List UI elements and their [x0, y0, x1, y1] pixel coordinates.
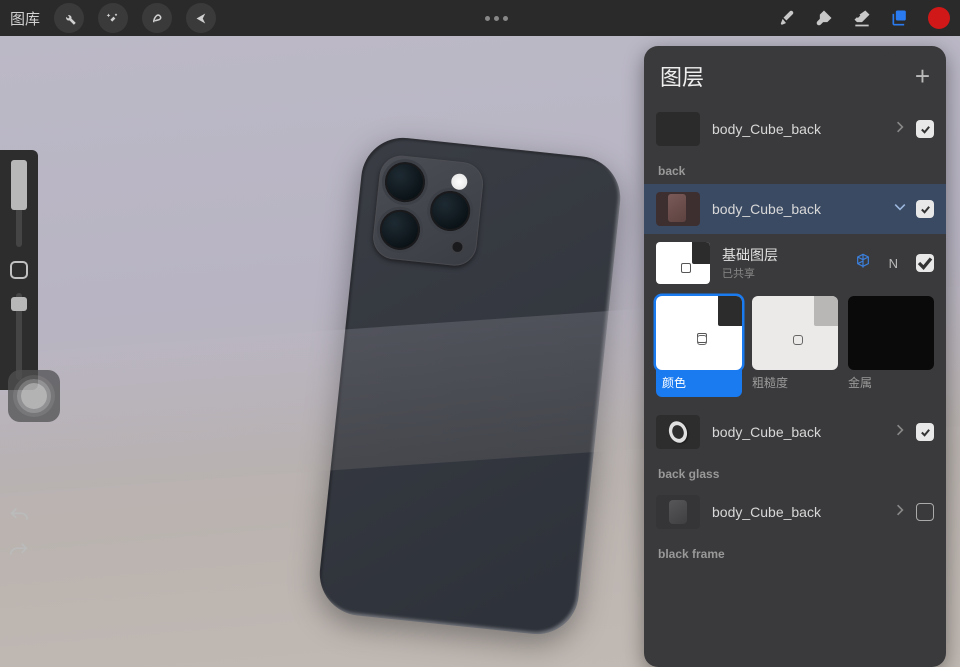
visibility-checkbox[interactable]: [916, 120, 934, 138]
section-header: back glass: [644, 457, 946, 487]
base-thumb: [656, 242, 710, 284]
section-header: back: [644, 154, 946, 184]
opacity-slider[interactable]: [16, 293, 22, 380]
chevron-down-icon[interactable]: [896, 200, 904, 219]
material-color[interactable]: 颜色: [656, 296, 742, 397]
base-subtitle: 已共享: [722, 265, 843, 281]
chevron-right-icon[interactable]: [896, 503, 904, 522]
material-thumb: [752, 296, 838, 370]
cube-icon[interactable]: [855, 253, 871, 274]
layers-icon[interactable]: [890, 8, 910, 28]
add-layer-button[interactable]: +: [915, 68, 930, 84]
layer-row[interactable]: body_Cube_back: [644, 104, 946, 154]
assistive-touch[interactable]: [8, 370, 60, 422]
shape-icon[interactable]: [142, 3, 172, 33]
layer-label: body_Cube_back: [712, 121, 884, 137]
visibility-checkbox[interactable]: [916, 503, 934, 521]
brush-icon[interactable]: [776, 8, 796, 28]
smudge-icon[interactable]: [814, 8, 834, 28]
material-label: 金属: [848, 374, 934, 391]
layer-label: body_Cube_back: [712, 504, 884, 520]
top-toolbar: 图库: [0, 0, 960, 36]
color-picker[interactable]: [928, 7, 950, 29]
arrow-icon[interactable]: [186, 3, 216, 33]
eraser-icon[interactable]: [852, 8, 872, 28]
layer-row[interactable]: body_Cube_back: [644, 407, 946, 457]
undo-button[interactable]: [8, 505, 30, 532]
chevron-right-icon[interactable]: [896, 120, 904, 139]
redo-button[interactable]: [8, 540, 30, 567]
model-phone[interactable]: [316, 134, 625, 639]
layers-panel: 图层 + body_Cube_back back body_Cube_back …: [644, 46, 946, 667]
layer-row-selected[interactable]: body_Cube_back: [644, 184, 946, 234]
layer-label: body_Cube_back: [712, 424, 884, 440]
material-roughness[interactable]: 粗糙度: [752, 296, 838, 397]
gallery-button[interactable]: 图库: [10, 8, 40, 29]
material-label: 粗糙度: [752, 374, 838, 391]
material-thumb: [656, 296, 742, 370]
base-title: 基础图层: [722, 245, 843, 265]
brush-size-slider[interactable]: [16, 160, 22, 247]
section-header: black frame: [644, 537, 946, 567]
visibility-checkbox[interactable]: [916, 254, 934, 272]
material-thumb: [848, 296, 934, 370]
material-grid: 颜色 粗糙度 金属: [644, 292, 946, 397]
material-metal[interactable]: 金属: [848, 296, 934, 397]
wrench-icon[interactable]: [54, 3, 84, 33]
panel-title: 图层: [660, 60, 704, 92]
chevron-right-icon[interactable]: [896, 423, 904, 442]
material-label: 颜色: [656, 374, 742, 391]
base-layer-row[interactable]: 基础图层 已共享 N: [644, 234, 946, 292]
more-dots[interactable]: [485, 16, 508, 21]
layer-thumb: [656, 495, 700, 529]
left-sidebar: [0, 150, 38, 390]
visibility-checkbox[interactable]: [916, 200, 934, 218]
shape-toggle[interactable]: [10, 261, 28, 279]
visibility-checkbox[interactable]: [916, 423, 934, 441]
layer-thumb: [656, 415, 700, 449]
layer-thumb: [656, 112, 700, 146]
camera-block: [371, 154, 485, 268]
layer-label: body_Cube_back: [712, 201, 884, 217]
layer-thumb: [656, 192, 700, 226]
blend-mode[interactable]: N: [889, 256, 898, 271]
layer-row[interactable]: body_Cube_back: [644, 487, 946, 537]
wand-icon[interactable]: [98, 3, 128, 33]
